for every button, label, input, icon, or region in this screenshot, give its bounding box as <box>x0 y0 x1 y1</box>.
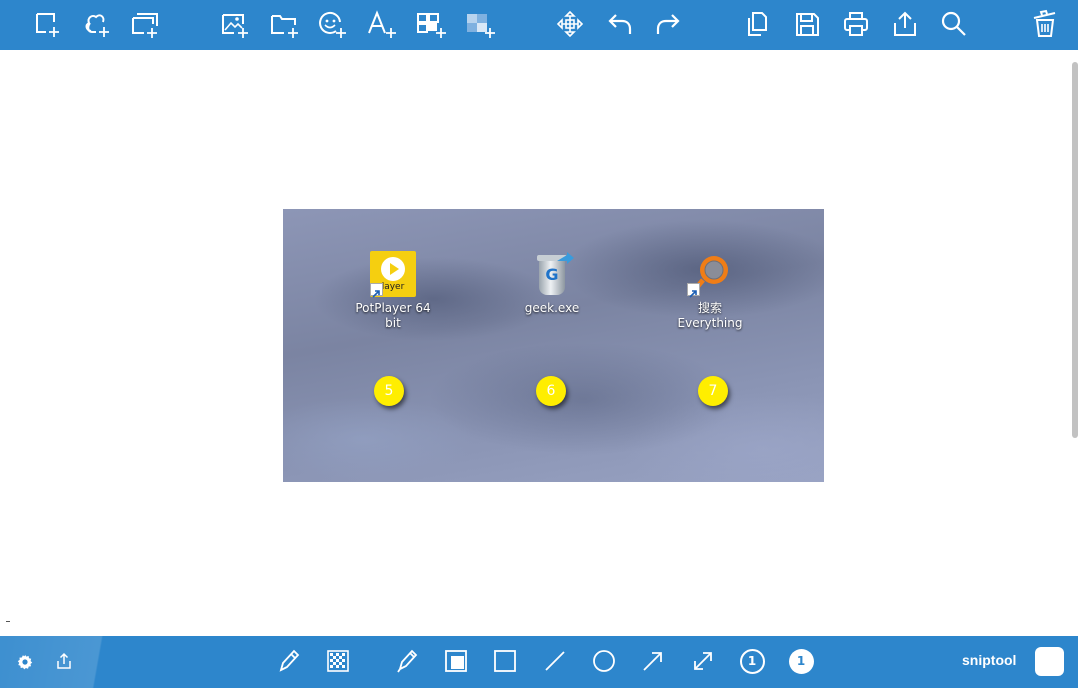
marker-pen-icon[interactable] <box>392 646 422 676</box>
desktop-icon-label: PotPlayer 64 bit <box>355 301 431 330</box>
step-number-label: 1 <box>788 648 814 674</box>
copy-icon[interactable] <box>741 8 773 40</box>
redo-icon[interactable] <box>652 8 684 40</box>
image-add-icon[interactable] <box>218 8 250 40</box>
mosaic-add-icon[interactable] <box>463 8 497 40</box>
step-marker[interactable]: 6 <box>536 376 566 406</box>
step-number-label: 1 <box>739 648 765 674</box>
ellipse-icon[interactable] <box>589 646 619 676</box>
potplayer-icon: layer <box>370 251 416 298</box>
shortcut-arrow-icon <box>687 283 700 298</box>
geek-uninstaller-icon: G <box>529 251 575 297</box>
filled-rectangle-icon[interactable] <box>441 646 471 676</box>
shortcut-arrow-icon <box>370 283 383 298</box>
brand-label: sniptool <box>962 652 1017 668</box>
save-icon[interactable] <box>791 8 823 40</box>
emoji-add-icon[interactable] <box>316 8 348 40</box>
folder-add-icon[interactable] <box>268 8 300 40</box>
bottom-toolbar <box>0 636 1078 688</box>
desktop-icon-geek: G geek.exe <box>507 251 597 316</box>
numbered-step-filled-icon[interactable]: 1 <box>787 647 815 675</box>
geek-icon-letter: G <box>545 265 559 284</box>
line-icon[interactable] <box>540 646 570 676</box>
undo-icon[interactable] <box>604 8 636 40</box>
step-marker[interactable]: 7 <box>698 376 728 406</box>
vertical-scrollbar[interactable] <box>1072 62 1078 438</box>
numbered-step-outline-icon[interactable]: 1 <box>738 647 766 675</box>
share-icon[interactable] <box>889 8 921 40</box>
text-add-icon[interactable] <box>365 8 399 40</box>
trash-icon[interactable] <box>1029 8 1061 40</box>
top-toolbar <box>0 0 1078 50</box>
desktop-icon-label: geek.exe <box>524 301 580 315</box>
double-arrow-icon[interactable] <box>688 646 718 676</box>
captured-screenshot[interactable]: layer PotPlayer 64 bit G geek.exe 搜索 Eve… <box>283 209 824 482</box>
pencil-icon[interactable] <box>274 646 304 676</box>
color-picker-swatch[interactable] <box>1035 647 1064 676</box>
mosaic-brush-icon[interactable] <box>323 646 353 676</box>
freeform-add-icon[interactable] <box>80 8 112 40</box>
share-icon[interactable] <box>53 650 75 672</box>
search-icon[interactable] <box>938 8 970 40</box>
grid-add-icon[interactable] <box>414 8 448 40</box>
rectangle-add-icon[interactable] <box>30 8 62 40</box>
step-marker[interactable]: 5 <box>374 376 404 406</box>
desktop-icon-label: 搜索 Everything <box>677 301 743 330</box>
desktop-icon-potplayer: layer PotPlayer 64 bit <box>348 251 438 331</box>
window-add-icon[interactable] <box>128 8 160 40</box>
desktop-icon-everything: 搜索 Everything <box>665 251 755 331</box>
move-icon[interactable] <box>554 8 586 40</box>
arrow-icon[interactable] <box>638 646 668 676</box>
canvas-mark <box>6 621 10 622</box>
everything-search-icon <box>687 251 733 298</box>
gear-icon[interactable] <box>14 651 36 673</box>
rectangle-icon[interactable] <box>490 646 520 676</box>
print-icon[interactable] <box>840 8 872 40</box>
